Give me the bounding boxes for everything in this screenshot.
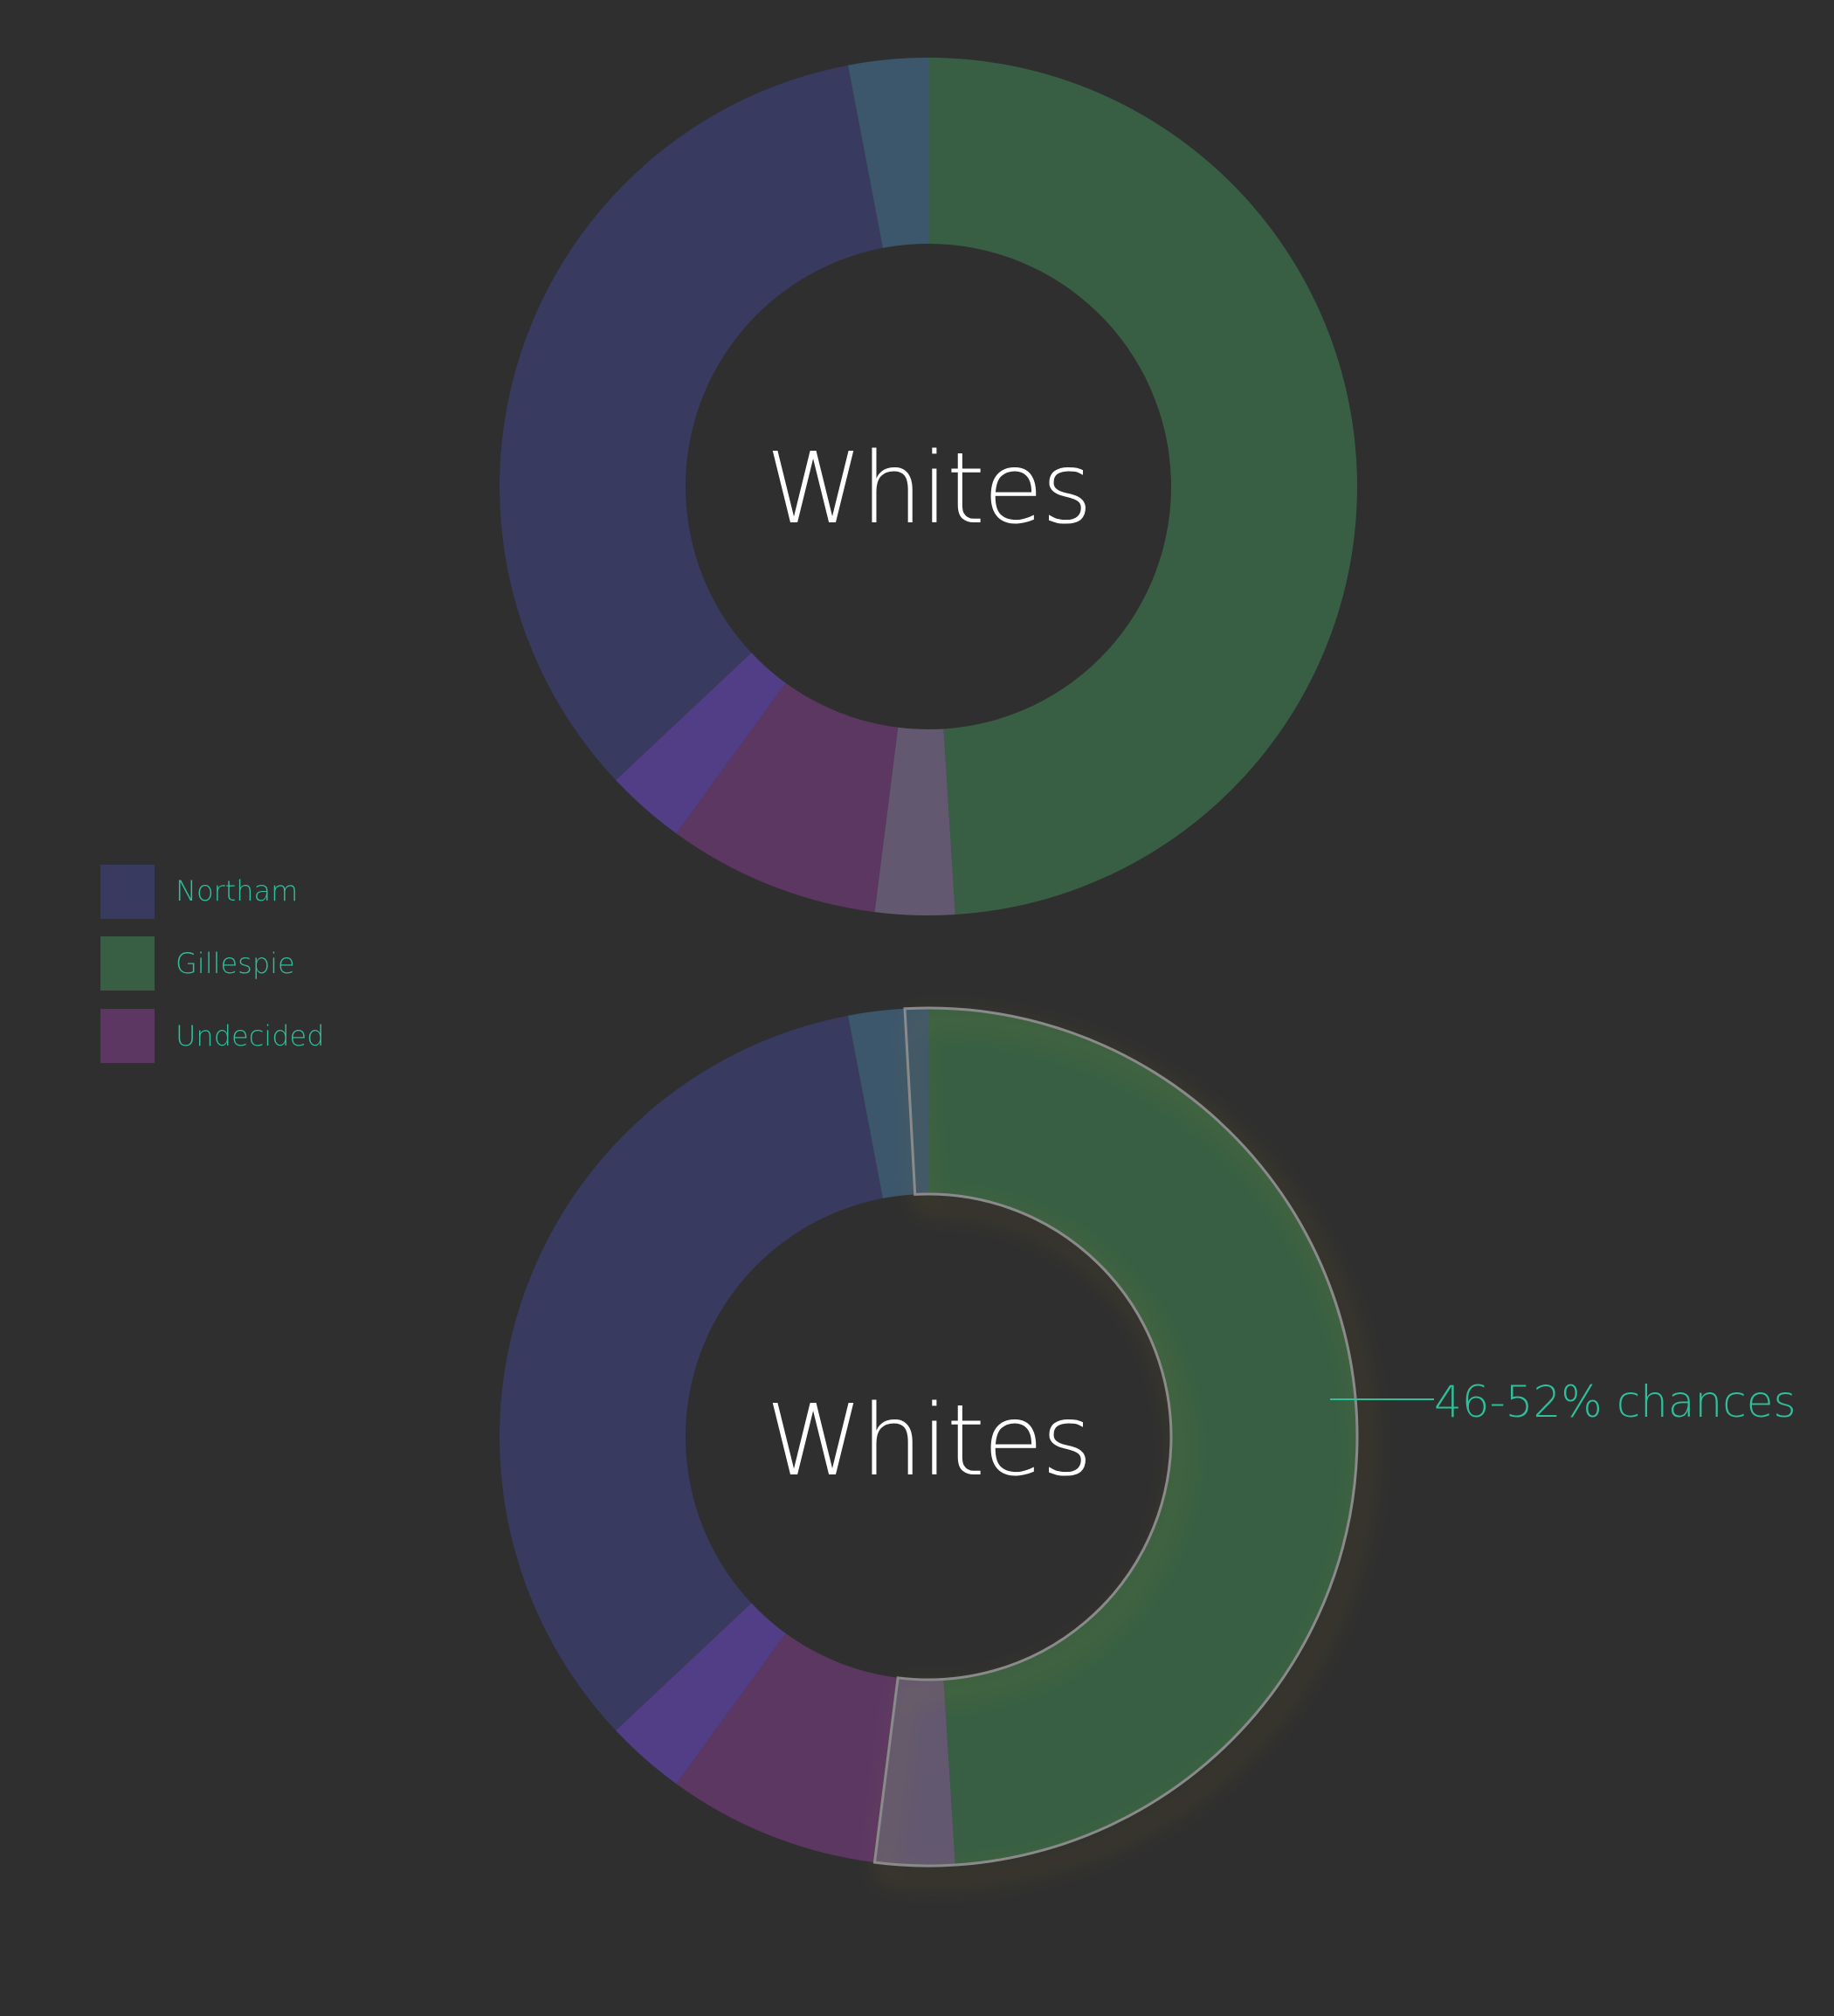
legend-label-gillespie: Gillespie <box>176 947 295 980</box>
legend-swatch-northam <box>100 865 155 919</box>
donut-chart-figure: Whites Whites 46-52% chances Northam Gil… <box>100 58 1796 1868</box>
legend-swatch-gillespie <box>100 936 155 991</box>
donut-chart-top: Whites <box>500 58 1357 916</box>
legend: Northam Gillespie Undecided <box>100 865 325 1063</box>
donut-slice-northam[interactable] <box>500 65 883 781</box>
donut-center-label: Whites <box>766 432 1091 546</box>
legend-item-undecided[interactable]: Undecided <box>100 1009 325 1063</box>
legend-item-northam[interactable]: Northam <box>100 865 298 919</box>
annotation-label: 46-52% chances <box>1434 1377 1796 1427</box>
annotation: 46-52% chances <box>1330 1377 1796 1427</box>
legend-item-gillespie[interactable]: Gillespie <box>100 936 295 991</box>
legend-label-northam: Northam <box>176 874 298 908</box>
donut-center-label: Whites <box>766 1384 1091 1498</box>
donut-chart-bottom: Whites <box>499 1006 1359 1868</box>
legend-swatch-undecided <box>100 1009 155 1063</box>
donut-slice-northam[interactable] <box>499 1015 883 1731</box>
legend-label-undecided: Undecided <box>176 1019 325 1053</box>
